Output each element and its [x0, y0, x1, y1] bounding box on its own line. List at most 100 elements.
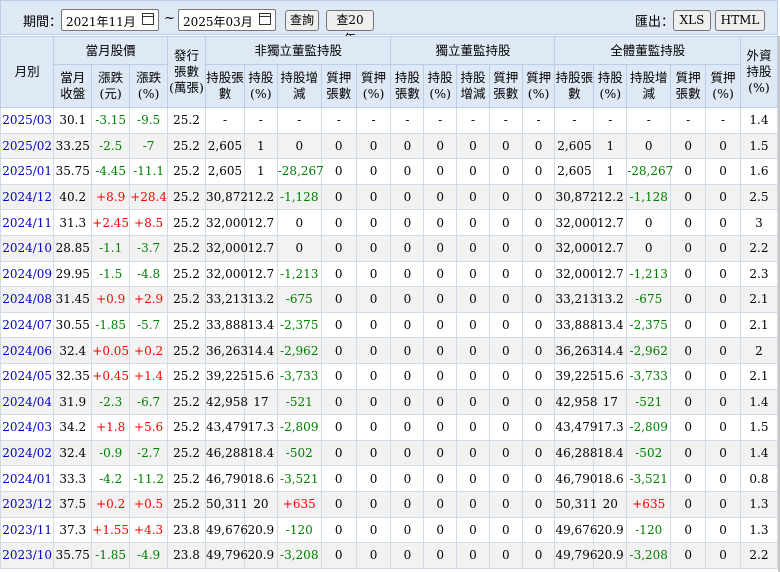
month-link[interactable]: 2024/04	[0, 388, 55, 416]
change-pct: -11.1	[129, 158, 169, 185]
month-link[interactable]: 2024/10	[0, 234, 55, 262]
change-pct: +1.4	[129, 362, 169, 390]
indep-hold-pct: 0	[423, 542, 458, 569]
col-hold-change: 持股增減	[626, 64, 672, 108]
all-hold-pct: 15.6	[593, 362, 628, 390]
non-indep-pledge-qty: 0	[320, 414, 357, 441]
indep-pledge-pct: 0	[521, 311, 556, 339]
col-foreign-holding: 外資持股(%)	[739, 36, 779, 108]
all-hold-change: -1,128	[626, 183, 672, 211]
month-link[interactable]: 2024/12	[0, 183, 55, 211]
group-non-independent-directors: 非獨立董監持股	[204, 36, 392, 65]
shares-issued: 25.2	[167, 158, 206, 185]
month-link[interactable]: 2024/08	[0, 286, 55, 313]
table-row: 2024/01 33.3 -4.2 -11.2 25.2 46,790 18.6 -3,521…	[0, 465, 779, 492]
all-hold-change: -2,375	[626, 311, 672, 339]
change: +0.05	[91, 337, 131, 364]
non-indep-hold-qty: -	[205, 107, 245, 134]
col-pledge-qty: 質押張數	[670, 64, 707, 108]
all-hold-qty: 49,676	[554, 516, 597, 544]
month-link[interactable]: 2025/01	[0, 158, 55, 185]
all-pledge-pct: -	[705, 107, 741, 134]
close-price: 32.4	[53, 337, 93, 364]
all-pledge-pct: 0	[705, 388, 741, 416]
month-link[interactable]: 2024/02	[0, 439, 55, 467]
change-pct: +4.3	[129, 516, 169, 544]
all-hold-pct: 13.4	[593, 311, 628, 339]
month-link[interactable]: 2024/03	[0, 414, 55, 441]
non-indep-hold-pct: 12.7	[243, 234, 278, 262]
table-row: 2024/10 28.85 -1.1 -3.7 25.2 32,000 12.7 0 0 0 0 0 0…	[0, 234, 779, 262]
non-indep-hold-pct: 12.7	[243, 260, 278, 288]
foreign-holding-pct: 1.3	[739, 490, 779, 518]
change-pct: +8.5	[129, 209, 169, 236]
indep-pledge-qty: 0	[488, 286, 523, 313]
indep-hold-change: 0	[456, 234, 490, 262]
start-date-input[interactable]: 2021年11月	[61, 9, 159, 31]
indep-hold-qty: 0	[390, 158, 425, 185]
all-hold-qty: 2,605	[554, 158, 595, 185]
indep-hold-qty: 0	[390, 388, 425, 416]
shares-issued: 25.2	[167, 439, 206, 467]
all-hold-qty: 32,000	[554, 260, 597, 288]
change: -0.9	[91, 439, 131, 467]
table-row: 2023/11 37.3 +1.55 +4.3 23.8 49,676 20.9 -120 0 0…	[0, 516, 779, 544]
query-20-years-button[interactable]: 查20年	[326, 10, 374, 46]
month-link[interactable]: 2024/09	[0, 260, 55, 288]
indep-pledge-pct: 0	[521, 234, 556, 262]
non-indep-pledge-qty: 0	[320, 158, 357, 185]
indep-hold-change: 0	[456, 465, 490, 492]
month-link[interactable]: 2024/01	[0, 465, 55, 492]
non-indep-pledge-pct: 0	[355, 209, 392, 236]
non-indep-hold-qty: 42,958	[205, 388, 248, 416]
indep-hold-change: 0	[456, 439, 490, 467]
indep-hold-change: 0	[456, 286, 490, 313]
foreign-holding-pct: 2.1	[739, 362, 779, 390]
indep-pledge-pct: 0	[521, 439, 556, 467]
calendar-icon[interactable]	[259, 13, 271, 25]
all-pledge-pct: 0	[705, 260, 741, 288]
export-xls-button[interactable]: XLS	[673, 10, 711, 31]
export-label: 匯出：	[635, 15, 675, 30]
calendar-icon[interactable]	[142, 13, 154, 25]
month-link[interactable]: 2024/11	[0, 209, 55, 236]
month-link[interactable]: 2023/12	[0, 490, 55, 518]
foreign-holding-pct: 2.2	[739, 542, 779, 569]
close-price: 34.2	[53, 414, 93, 441]
close-price: 28.85	[53, 234, 93, 262]
month-link[interactable]: 2024/06	[0, 337, 55, 364]
non-indep-hold-qty: 50,311	[205, 490, 248, 518]
month-link[interactable]: 2024/05	[0, 362, 55, 390]
month-link[interactable]: 2024/07	[0, 311, 55, 339]
indep-hold-pct: 0	[423, 260, 458, 288]
month-link[interactable]: 2025/03	[0, 107, 55, 134]
query-button[interactable]: 查詢	[285, 10, 319, 31]
indep-hold-qty: 0	[390, 542, 425, 569]
change: +1.55	[91, 516, 131, 544]
non-indep-hold-change: -3,733	[276, 362, 322, 390]
indep-hold-qty: 0	[390, 311, 425, 339]
indep-hold-change: 0	[456, 516, 490, 544]
indep-hold-change: 0	[456, 337, 490, 364]
col-pledge-pct: 質押(%)	[705, 64, 741, 108]
non-indep-pledge-qty: -	[320, 107, 357, 134]
non-indep-pledge-qty: 0	[320, 362, 357, 390]
all-pledge-qty: 0	[670, 132, 707, 160]
close-price: 31.45	[53, 286, 93, 313]
non-indep-pledge-pct: 0	[355, 490, 392, 518]
end-date-input[interactable]: 2025年03月	[178, 9, 276, 31]
indep-pledge-qty: -	[488, 107, 523, 134]
table-row: 2025/01 35.75 -4.45 -11.1 25.2 2,605 1 -28,267 0…	[0, 158, 779, 185]
non-indep-pledge-qty: 0	[320, 490, 357, 518]
month-link[interactable]: 2023/11	[0, 516, 55, 544]
indep-pledge-qty: 0	[488, 465, 523, 492]
foreign-holding-pct: 3	[739, 209, 779, 236]
export-html-button[interactable]: HTML	[715, 10, 765, 31]
month-link[interactable]: 2023/10	[0, 542, 55, 569]
non-indep-pledge-qty: 0	[320, 183, 357, 211]
indep-pledge-qty: 0	[488, 234, 523, 262]
all-hold-qty: 36,263	[554, 337, 597, 364]
indep-hold-qty: 0	[390, 132, 425, 160]
indep-hold-change: 0	[456, 388, 490, 416]
month-link[interactable]: 2025/02	[0, 132, 55, 160]
